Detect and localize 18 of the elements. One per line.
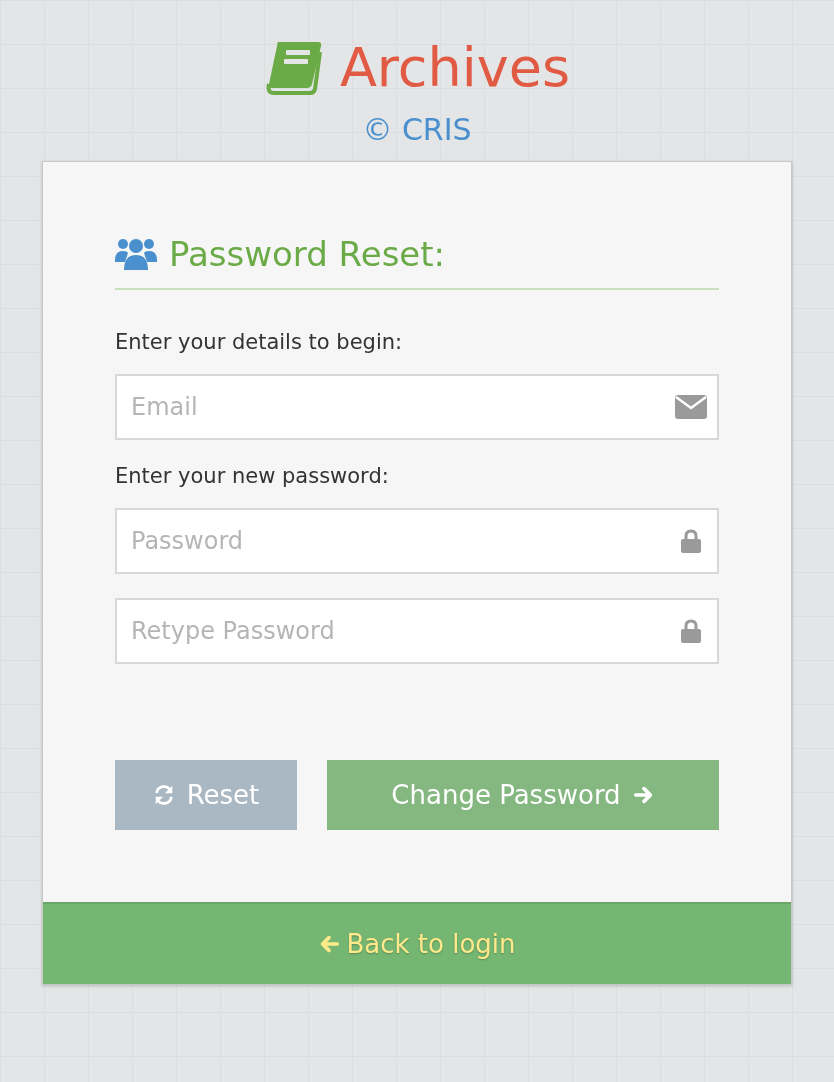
input-field[interactable]: Retype Password [115,598,719,664]
input-field[interactable]: Password [115,508,719,574]
lock-icon [681,529,701,553]
reset-button[interactable]: Reset [115,760,297,830]
app-subtitle: © CRIS [362,112,472,147]
lock-icon [681,619,701,643]
users-icon [115,236,157,272]
field-label: Enter your details to begin: [115,330,404,354]
back-to-login-link[interactable]: Back to login [318,929,516,959]
input-field[interactable]: Email [115,374,719,440]
form-heading: Password Reset: [169,234,446,274]
refresh-icon [152,784,175,806]
arrow-right-icon [632,784,655,806]
envelope-icon [675,395,707,419]
change-password-button[interactable]: Change Password [327,760,719,830]
arrow-left-icon [318,933,341,955]
field-label: Enter your new password: [115,464,390,488]
app-title: Archives [339,35,571,101]
